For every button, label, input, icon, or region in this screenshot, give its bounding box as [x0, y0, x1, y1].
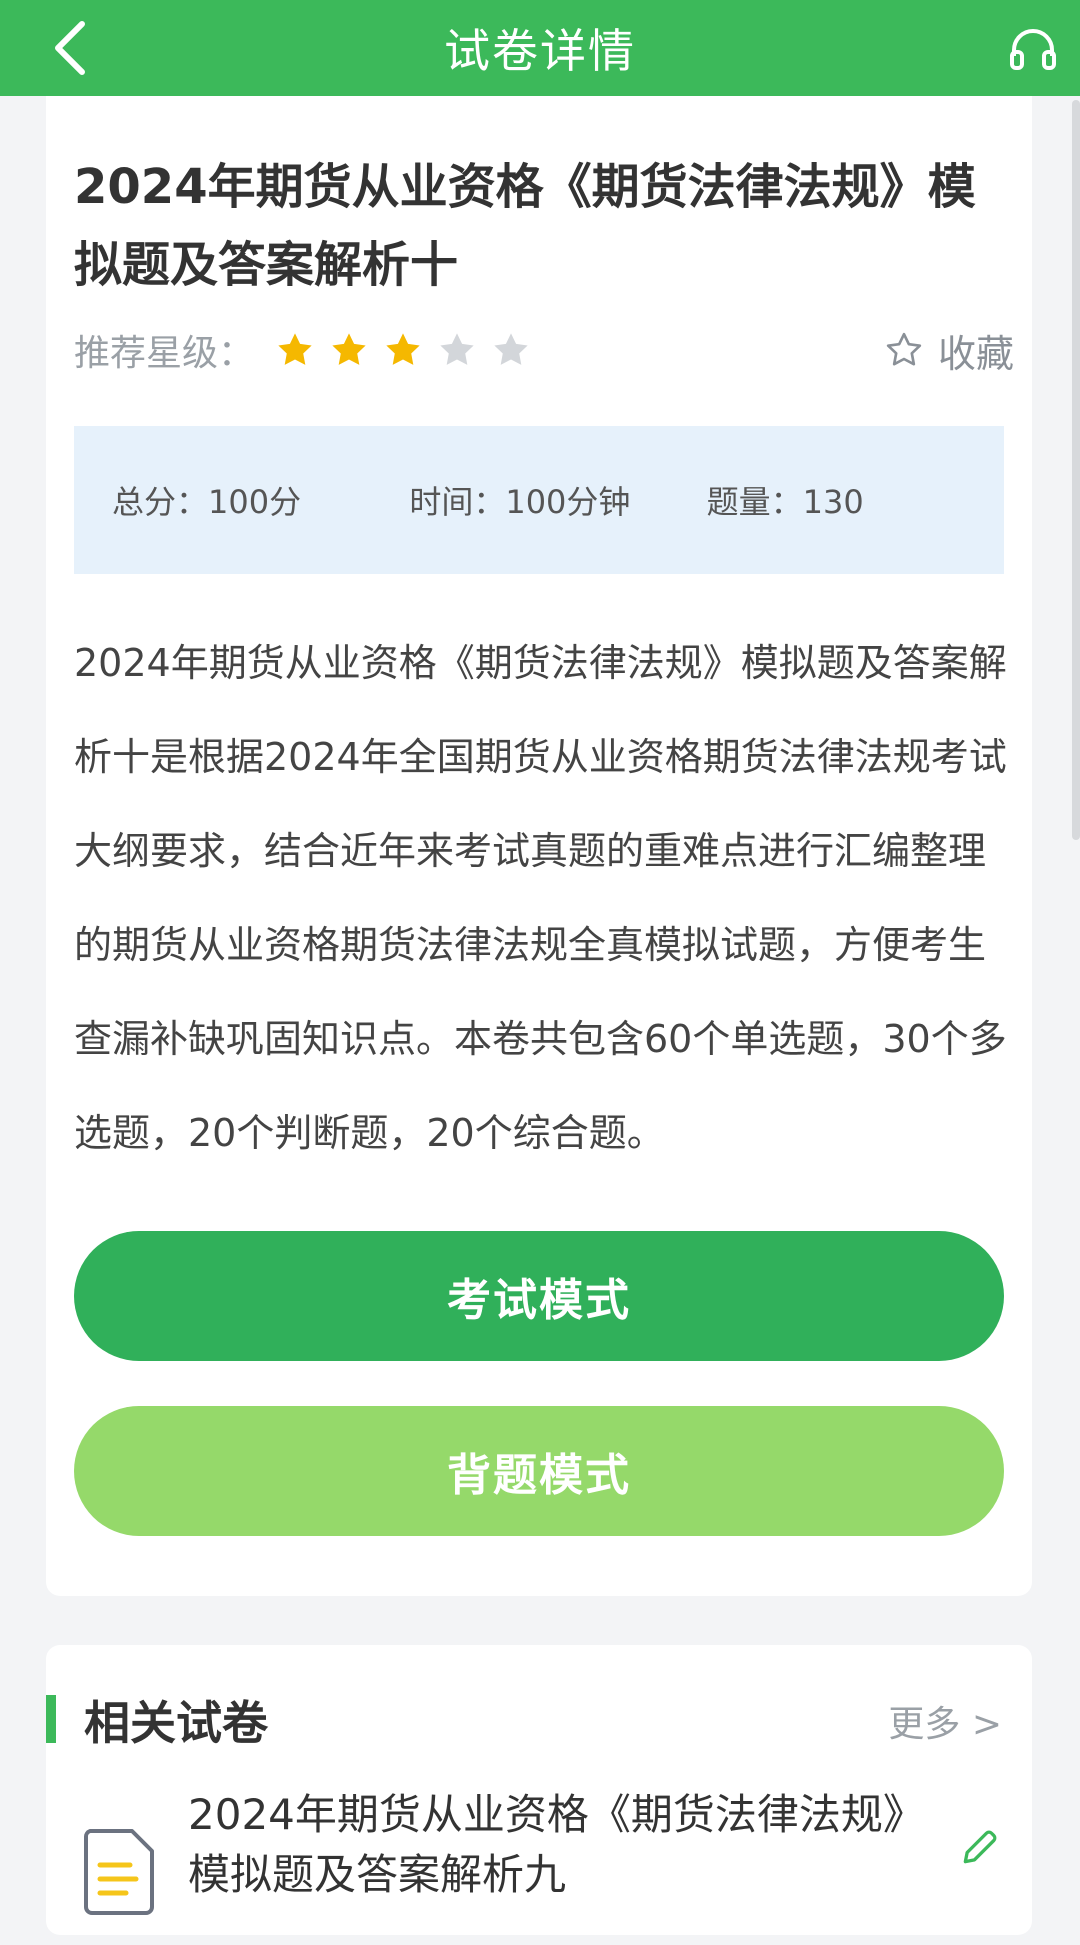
exam-mode-button[interactable]: 考试模式 [74, 1231, 1004, 1361]
paper-description: 2024年期货从业资格《期货法律法规》模拟题及答案解析十是根据2024年全国期货… [74, 641, 1007, 1155]
paper-title: 2024年期货从业资格《期货法律法规》模拟题及答案解析十 [74, 159, 976, 293]
list-item[interactable]: 2024年期货从业资格《期货法律法规》模拟题及答案解析九 [46, 1785, 1032, 1945]
app-header: 试卷详情 [0, 0, 1080, 96]
star-empty-icon [440, 333, 474, 365]
rating-label: 推荐星级： [74, 333, 255, 374]
favorite-button[interactable]: 收藏 [884, 322, 1014, 378]
star-filled-icon [386, 333, 420, 365]
pencil-icon[interactable] [958, 1825, 1002, 1869]
document-icon [84, 1829, 154, 1915]
back-button[interactable] [40, 18, 100, 78]
scrollbar[interactable] [1072, 100, 1080, 840]
favorite-label: 收藏 [937, 331, 1014, 376]
more-link[interactable]: 更多 > [888, 1695, 1002, 1747]
headphones-icon [1010, 29, 1056, 70]
paper-info-box: 总分：100分 时间：100分钟 题量：130 [74, 426, 1004, 574]
paper-detail-card: 2024年期货从业资格《期货法律法规》模拟题及答案解析十 推荐星级： 收藏 总分… [46, 96, 1032, 1596]
related-paper-title: 2024年期货从业资格《期货法律法规》模拟题及答案解析九 [188, 1790, 925, 1899]
page-title: 试卷详情 [444, 24, 636, 78]
exam-time: 时间：100分钟 [409, 483, 631, 521]
star-outline-icon [886, 332, 922, 366]
total-score: 总分：100分 [112, 483, 302, 521]
audio-button[interactable] [1006, 22, 1060, 76]
star-filled-icon [278, 333, 312, 365]
chevron-left-icon [55, 21, 85, 75]
star-rating [274, 329, 544, 371]
watermark-logo [924, 1866, 1074, 1920]
rating-row: 推荐星级： 收藏 [74, 322, 1014, 378]
question-count: 题量：130 [706, 483, 864, 521]
star-empty-icon [494, 333, 528, 365]
related-papers-card: 相关试卷 更多 > 2024年期货从业资格《期货法律法规》模拟题及答案解析九 [46, 1645, 1032, 1935]
section-accent-bar [46, 1695, 56, 1743]
recite-mode-button[interactable]: 背题模式 [74, 1406, 1004, 1536]
star-filled-icon [332, 333, 366, 365]
related-section-title: 相关试卷 [84, 1696, 268, 1750]
